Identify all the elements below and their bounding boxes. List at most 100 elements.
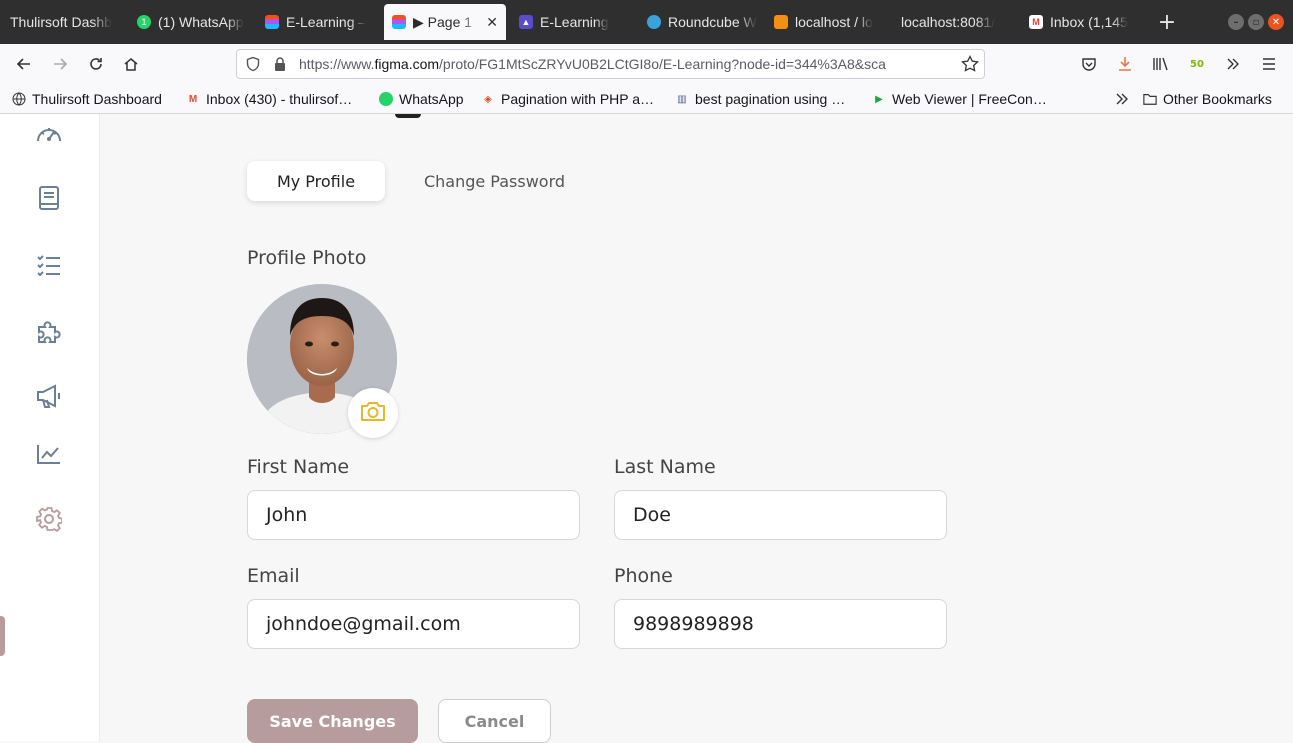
maximize-icon[interactable]: ▫ (1248, 14, 1264, 30)
figma-favicon (265, 15, 279, 29)
browser-tab-strip: Thulirsoft Dashb 1 (1) WhatsApp E-Learni… (0, 0, 1293, 44)
profile-photo-title: Profile Photo (247, 247, 367, 269)
gmail-icon: M (188, 93, 198, 105)
extension-icon[interactable]: 50 (1187, 54, 1207, 74)
phone-label: Phone (614, 565, 673, 587)
browser-tab[interactable]: ▲ E-Learning (519, 0, 629, 44)
tab-title: Inbox (1,145 (1050, 14, 1128, 30)
bookmarks-bar: Thulirsoft Dashboard M Inbox (430) - thu… (0, 84, 1293, 114)
forward-icon[interactable] (50, 54, 70, 74)
tab-title: Roundcube W (668, 14, 757, 30)
browser-tab[interactable]: localhost / lo (774, 0, 884, 44)
download-icon[interactable] (1115, 54, 1135, 74)
tab-title: E-Learning (540, 14, 609, 30)
tab-title: ▶ Page 1 - (413, 13, 477, 30)
sidebar-item-announcements[interactable] (30, 379, 68, 417)
browser-tab[interactable]: Thulirsoft Dashb (10, 0, 130, 44)
change-photo-button[interactable] (348, 388, 398, 438)
megaphone-icon (35, 383, 63, 413)
lock-icon[interactable] (273, 56, 287, 76)
overflow-chevron-icon[interactable] (1223, 54, 1243, 74)
bookmark-item[interactable]: ▥ best pagination using … (675, 90, 845, 108)
bookmark-label: Inbox (430) - thulirsof… (206, 91, 353, 107)
tab-my-profile[interactable]: My Profile (247, 161, 385, 201)
codeigniter-icon: ◈ (484, 93, 492, 105)
camera-icon (360, 400, 386, 426)
chart-line-icon (36, 443, 62, 469)
new-tab-button[interactable]: + (1156, 9, 1178, 35)
shield-icon[interactable] (245, 56, 261, 76)
figma-favicon (392, 15, 406, 29)
hamburger-menu-icon[interactable] (1259, 54, 1279, 74)
whatsapp-icon (379, 92, 393, 106)
tab-title: Thulirsoft Dashb (10, 14, 112, 30)
reload-icon[interactable] (86, 54, 106, 74)
bookmark-item[interactable]: ◈ Pagination with PHP a… (481, 90, 654, 108)
puzzle-icon (35, 318, 63, 350)
first-name-field[interactable]: John (247, 490, 580, 540)
last-name-label: Last Name (614, 456, 716, 478)
browser-tab[interactable]: localhost:8081/ (901, 0, 1011, 44)
back-icon[interactable] (14, 54, 34, 74)
gmail-favicon: M (1029, 15, 1043, 29)
address-bar[interactable]: https://www.figma.com/proto/FG1MtScZRYvU… (236, 49, 985, 79)
globe-icon (12, 92, 26, 106)
app-favicon: ▲ (519, 15, 533, 29)
bookmark-item[interactable]: M Inbox (430) - thulirsof… (186, 90, 352, 108)
library-icon[interactable] (1151, 54, 1171, 74)
tab-title: E-Learning – (286, 14, 367, 30)
close-icon[interactable]: ✕ (486, 14, 498, 31)
phpmyadmin-favicon (774, 15, 788, 29)
save-changes-button[interactable]: Save Changes (247, 699, 418, 743)
other-bookmarks[interactable]: Other Bookmarks (1143, 90, 1272, 108)
sidebar-item-courses[interactable] (30, 181, 68, 219)
sidebar-item-settings[interactable] (30, 502, 68, 540)
browser-tab-active[interactable]: ▶ Page 1 - ✕ (384, 4, 506, 40)
phone-field[interactable]: 9898989898 (614, 599, 947, 649)
gear-icon (36, 506, 63, 536)
cancel-button[interactable]: Cancel (438, 699, 551, 743)
last-name-field[interactable]: Doe (614, 490, 947, 540)
bookmark-item[interactable]: Thulirsoft Dashboard (12, 90, 162, 108)
roundcube-favicon (647, 15, 661, 29)
bookmark-label: best pagination using … (695, 91, 846, 107)
bookmark-label: Pagination with PHP a… (501, 91, 655, 107)
play-icon: ▶ (875, 93, 883, 105)
sidebar-item-tasks[interactable] (30, 248, 68, 286)
url-domain: figma.com (374, 56, 440, 72)
tab-title: localhost / lo (795, 14, 873, 30)
checklist-icon (36, 254, 62, 280)
other-bookmarks-label: Other Bookmarks (1163, 91, 1272, 107)
email-field[interactable]: johndoe@gmail.com (247, 599, 580, 649)
browser-tab[interactable]: 1 (1) WhatsApp (137, 0, 247, 44)
sidebar-item-modules[interactable] (30, 315, 68, 353)
extension-badge: 50 (1190, 58, 1204, 70)
browser-tab[interactable]: Roundcube W (647, 0, 757, 44)
url-text: https://www.figma.com/proto/FG1MtScZRYvU… (299, 56, 951, 72)
star-icon[interactable] (961, 55, 979, 77)
browser-tab[interactable]: M Inbox (1,145 (1029, 0, 1139, 44)
book-icon (37, 185, 61, 215)
bookmark-label: Web Viewer | FreeCon… (892, 91, 1047, 107)
browser-tab[interactable]: E-Learning – (265, 0, 375, 44)
tab-title: localhost:8081/ (901, 14, 996, 30)
sidebar-item-reports[interactable] (30, 437, 68, 475)
tab-change-password[interactable]: Change Password (412, 161, 577, 201)
whatsapp-favicon: 1 (137, 15, 151, 29)
minimize-icon[interactable]: – (1228, 14, 1244, 30)
pocket-icon[interactable] (1079, 54, 1099, 74)
bookmark-label: WhatsApp (399, 91, 464, 107)
bookmarks-overflow-icon[interactable] (1114, 90, 1130, 108)
active-indicator (0, 616, 5, 656)
bookmark-item[interactable]: ▶ Web Viewer | FreeCon… (872, 90, 1047, 108)
app-sidebar (0, 114, 100, 741)
speedometer-icon (35, 121, 63, 149)
php-icon: ▥ (677, 93, 687, 105)
close-window-icon[interactable]: ✕ (1268, 14, 1284, 30)
folder-icon (1143, 92, 1157, 106)
bookmark-label: Thulirsoft Dashboard (32, 91, 162, 107)
home-icon[interactable] (121, 54, 141, 74)
bookmark-item[interactable]: WhatsApp (379, 90, 464, 108)
url-prefix: https://www. (299, 56, 375, 72)
sidebar-item-dashboard[interactable] (30, 116, 68, 154)
